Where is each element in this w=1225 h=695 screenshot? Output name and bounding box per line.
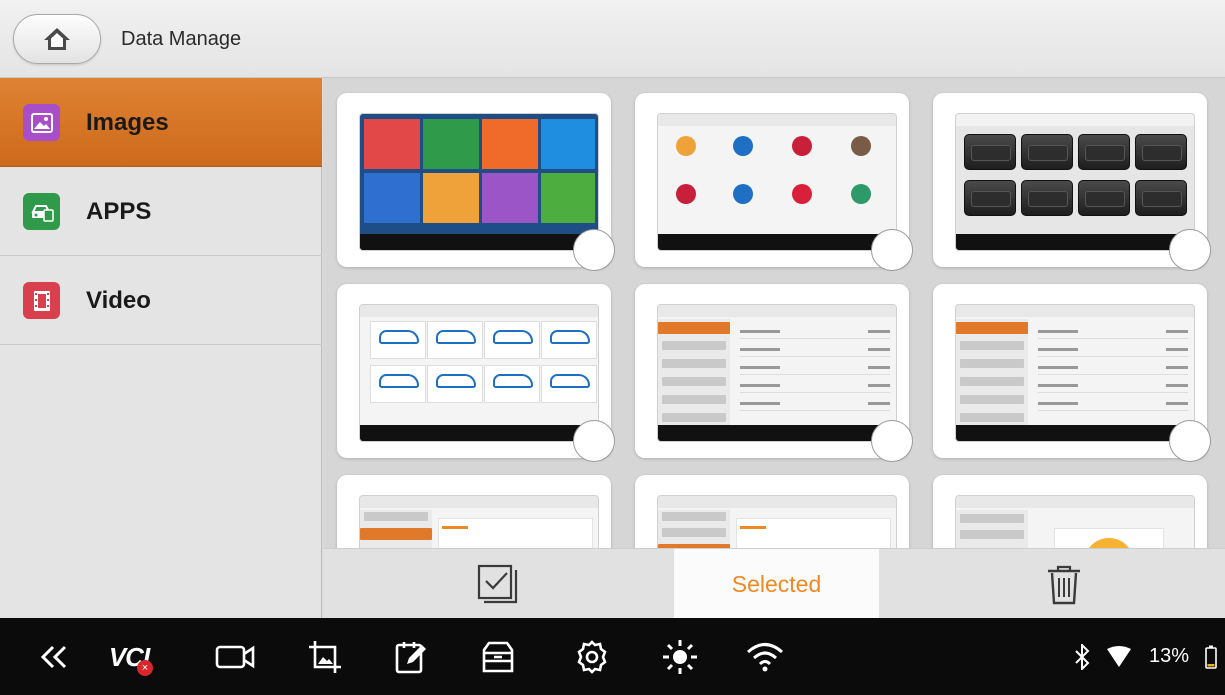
select-circle[interactable]: [871, 420, 913, 462]
image-thumbnail: [657, 113, 897, 251]
vci-icon[interactable]: VCI ×: [103, 640, 155, 676]
screenshot-icon[interactable]: [305, 640, 345, 674]
checkbox-icon: [477, 564, 518, 604]
image-card[interactable]: [337, 475, 611, 548]
image-card[interactable]: [635, 284, 913, 462]
sidebar-item-video[interactable]: Video: [0, 256, 322, 345]
brightness-icon[interactable]: [660, 640, 700, 674]
page-title: Data Manage: [121, 28, 242, 50]
home-button[interactable]: [13, 14, 101, 64]
image-card[interactable]: [635, 475, 909, 548]
image-thumbnail: [359, 304, 599, 442]
image-thumbnail: [359, 495, 599, 548]
image-thumbnail: [955, 113, 1195, 251]
system-bar: VCI × 13%: [0, 618, 1225, 695]
video-icon: [23, 282, 60, 319]
sidebar: Images APPS Video: [0, 78, 322, 618]
image-thumbnail: [955, 304, 1195, 442]
battery-icon: [1204, 640, 1218, 674]
box-icon[interactable]: [478, 640, 518, 674]
sidebar-item-apps[interactable]: APPS: [0, 167, 322, 256]
title-bar: Data Manage: [0, 0, 1225, 78]
notes-icon[interactable]: [391, 640, 431, 674]
gear-icon[interactable]: [572, 640, 612, 674]
image-thumbnail: [657, 304, 897, 442]
select-circle[interactable]: [1169, 420, 1211, 462]
signal-icon: [1105, 640, 1133, 674]
sidebar-item-label: APPS: [86, 198, 152, 225]
select-circle[interactable]: [573, 420, 615, 462]
select-circle[interactable]: [1169, 229, 1211, 271]
image-icon: [23, 104, 60, 141]
image-card[interactable]: [933, 284, 1211, 462]
home-icon: [44, 28, 70, 50]
sidebar-item-images[interactable]: Images: [0, 78, 322, 167]
image-grid: [323, 78, 1225, 548]
select-circle[interactable]: [573, 229, 615, 271]
image-card[interactable]: [635, 93, 913, 271]
selected-button[interactable]: Selected: [674, 549, 879, 619]
image-card[interactable]: [337, 284, 615, 462]
image-card[interactable]: [337, 93, 615, 271]
bluetooth-icon: [1071, 640, 1093, 674]
image-thumbnail: [955, 495, 1195, 548]
sidebar-item-label: Video: [86, 287, 151, 314]
battery-percent: 13%: [1149, 645, 1190, 667]
back-icon[interactable]: [36, 640, 72, 674]
delete-button[interactable]: [1044, 564, 1084, 606]
image-thumbnail: [657, 495, 897, 548]
action-bar: Selected: [323, 548, 1225, 619]
image-thumbnail: [359, 113, 599, 251]
car-app-icon: [23, 193, 60, 230]
sidebar-item-label: Images: [86, 109, 169, 136]
camera-icon[interactable]: [214, 640, 258, 674]
wifi-icon[interactable]: [745, 640, 785, 674]
select-all-button[interactable]: [476, 562, 520, 606]
image-card[interactable]: [933, 475, 1207, 548]
select-circle[interactable]: [871, 229, 913, 271]
image-card[interactable]: [933, 93, 1211, 271]
trash-icon: [1048, 565, 1080, 605]
